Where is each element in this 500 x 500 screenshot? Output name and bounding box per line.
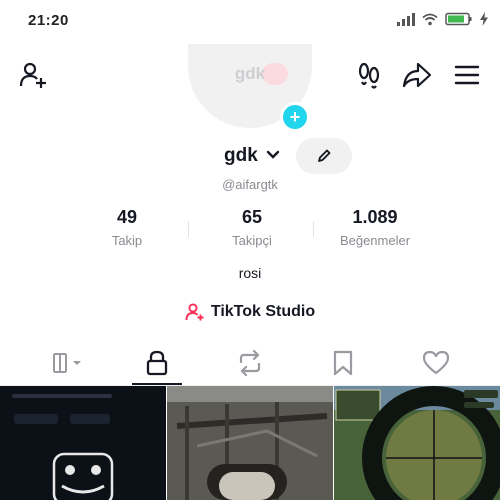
tab-videos[interactable]: [20, 340, 120, 386]
status-bar: 21:20: [0, 0, 500, 42]
stat-value: 49: [116, 207, 138, 227]
plus-icon: +: [289, 107, 301, 127]
footprints-icon[interactable]: [352, 58, 386, 92]
battery-icon: [445, 12, 472, 26]
stats-row: 49 Takip 65 Takipçi 1.089 Beğenmeler: [0, 207, 500, 251]
stat-followers[interactable]: 65 Takipçi: [192, 207, 312, 248]
studio-icon: [185, 303, 204, 321]
tiktok-studio-link[interactable]: TikTok Studio: [0, 300, 500, 324]
stat-label: Beğenmeler: [339, 233, 411, 248]
lock-icon: [146, 350, 168, 376]
chevron-down-icon[interactable]: [266, 150, 280, 160]
stat-label: Takip: [111, 233, 143, 248]
stat-label: Takipçi: [232, 233, 272, 248]
video-grid: [0, 386, 500, 500]
display-name[interactable]: gdk: [224, 145, 258, 167]
videos-grid-icon: [53, 353, 81, 373]
wifi-icon: [422, 13, 438, 25]
avatar-name: gdk: [234, 64, 266, 83]
tab-reposts[interactable]: [200, 340, 300, 386]
signal-icon: [397, 12, 415, 26]
status-icons: [397, 12, 488, 26]
tab-saved[interactable]: [293, 340, 393, 386]
stat-likes[interactable]: 1.089 Beğenmeler: [315, 207, 435, 248]
add-friend-icon[interactable]: [16, 58, 50, 92]
pencil-icon: [318, 149, 331, 162]
bio-text: rosi: [238, 265, 262, 281]
video-thumbnail[interactable]: [334, 386, 500, 500]
username-handle: @aifargtk: [222, 177, 278, 192]
divider: [188, 221, 189, 237]
profile-tabs: [0, 340, 500, 386]
stat-following[interactable]: 49 Takip: [67, 207, 187, 248]
edit-profile-button[interactable]: [296, 138, 352, 174]
menu-icon[interactable]: [450, 58, 484, 92]
name-row: gdk: [0, 138, 500, 174]
video-thumbnail[interactable]: [0, 386, 166, 500]
repost-icon: [239, 350, 261, 376]
video-thumbnail[interactable]: [167, 386, 333, 500]
tab-liked[interactable]: [386, 340, 486, 386]
tab-private[interactable]: [107, 340, 207, 386]
add-story-button[interactable]: +: [280, 102, 310, 132]
heart-icon: [422, 350, 450, 375]
stat-value: 1.089: [352, 207, 398, 227]
share-icon[interactable]: [400, 58, 434, 92]
bookmark-icon: [333, 350, 353, 376]
studio-label: TikTok Studio: [210, 303, 316, 320]
status-time: 21:20: [28, 12, 69, 29]
divider: [313, 221, 314, 237]
stat-value: 65: [241, 207, 263, 227]
charging-icon: [480, 12, 488, 26]
